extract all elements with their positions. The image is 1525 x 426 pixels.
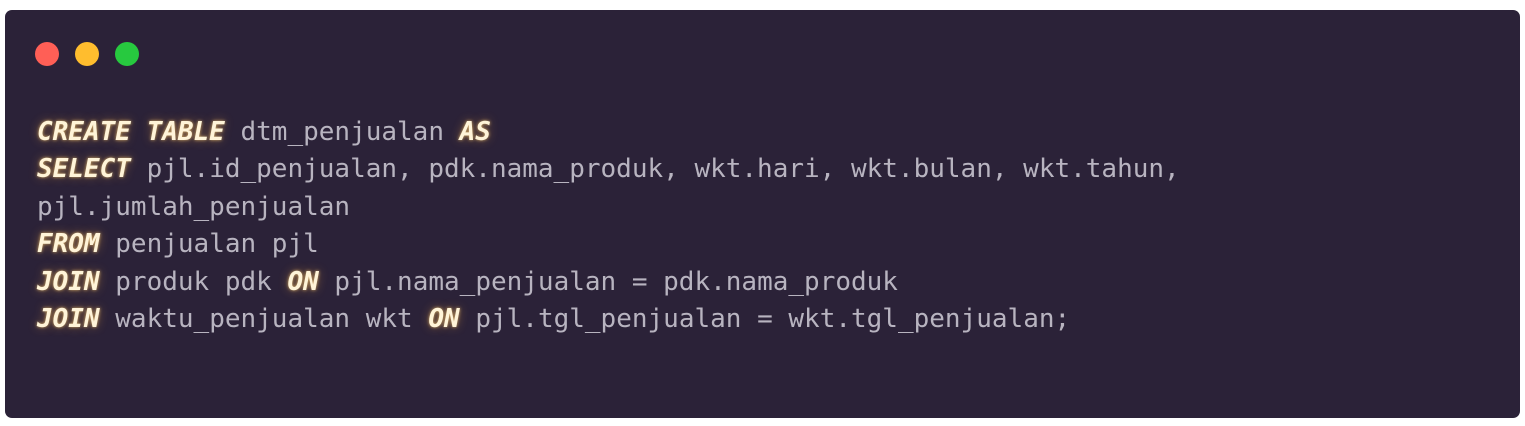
sql-code-block: CREATE TABLE dtm_penjualan AS SELECT pjl.… xyxy=(37,114,1180,338)
code-line-2: SELECT pjl.id_penjualan, pdk.nama_produk… xyxy=(37,151,1180,188)
code-text: waktu_penjualan wkt xyxy=(99,303,429,334)
maximize-dot-icon[interactable] xyxy=(115,42,139,66)
code-line-1: CREATE TABLE dtm_penjualan AS xyxy=(37,114,1180,151)
code-line-4: FROM penjualan pjl xyxy=(37,226,1180,263)
code-line-5: JOIN produk pdk ON pjl.nama_penjualan = … xyxy=(37,264,1180,301)
code-line-3: pjl.jumlah_penjualan xyxy=(37,189,1180,226)
minimize-dot-icon[interactable] xyxy=(75,42,99,66)
keyword: JOIN xyxy=(37,303,100,334)
close-dot-icon[interactable] xyxy=(35,42,59,66)
keyword: JOIN xyxy=(37,266,100,297)
code-text: dtm_penjualan xyxy=(224,117,460,147)
code-text: pjl.nama_penjualan = pdk.nama_produk xyxy=(318,266,898,297)
code-line-6: JOIN waktu_penjualan wkt ON pjl.tgl_penj… xyxy=(37,301,1180,338)
code-text: pjl.id_penjualan, pdk.nama_produk, wkt.h… xyxy=(130,154,1180,185)
keyword: FROM xyxy=(37,229,100,260)
keyword: ON xyxy=(287,266,319,297)
keyword: AS xyxy=(459,117,491,147)
code-text: produk pdk xyxy=(99,266,288,297)
keyword: CREATE TABLE xyxy=(37,117,225,147)
code-text: pjl.tgl_penjualan = wkt.tgl_penjualan; xyxy=(459,303,1071,334)
code-text: pjl.jumlah_penjualan xyxy=(37,191,351,222)
code-text: penjualan pjl xyxy=(99,229,319,260)
window-controls xyxy=(35,42,139,66)
keyword: SELECT xyxy=(37,154,131,185)
code-window: CREATE TABLE dtm_penjualan AS SELECT pjl.… xyxy=(5,10,1520,418)
keyword: ON xyxy=(428,303,460,334)
